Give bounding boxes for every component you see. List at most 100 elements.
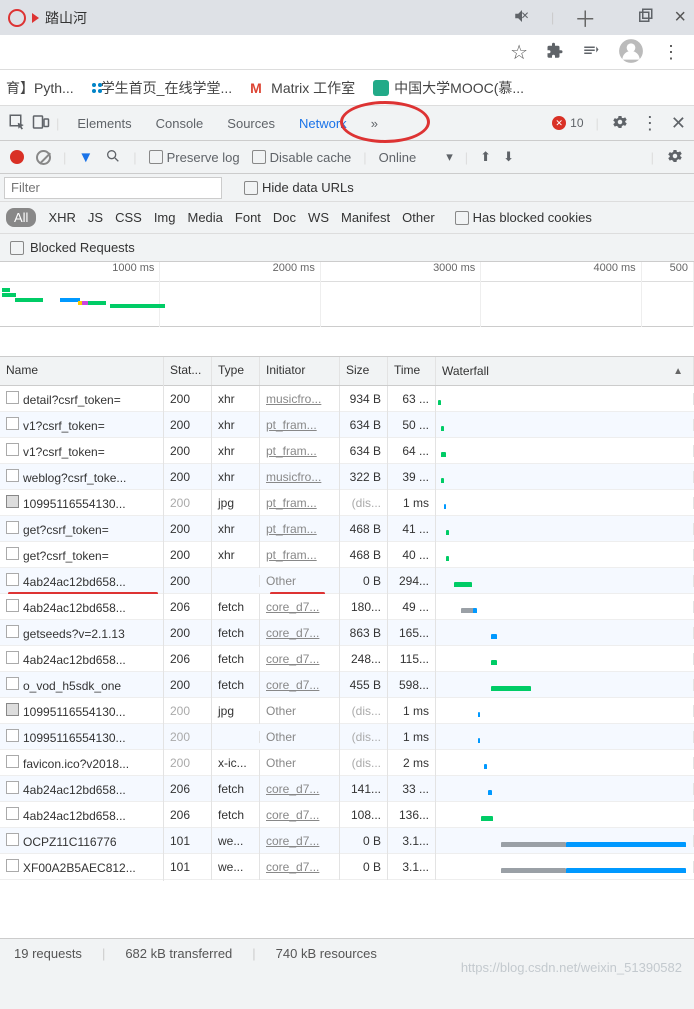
file-icon: [6, 469, 19, 482]
download-har-icon[interactable]: ⬇: [503, 149, 514, 165]
col-size[interactable]: Size: [340, 357, 388, 385]
table-row[interactable]: 4ab24ac12bd658... 206 fetch core_d7... 1…: [0, 802, 694, 828]
table-header: Name Stat... Type Initiator Size Time Wa…: [0, 357, 694, 386]
extensions-icon[interactable]: [546, 42, 564, 63]
search-icon[interactable]: [105, 148, 121, 167]
table-row[interactable]: 4ab24ac12bd658... 206 fetch core_d7... 1…: [0, 594, 694, 620]
bookmark-item[interactable]: 育】Pyth...: [6, 78, 74, 98]
type-filter-doc[interactable]: Doc: [273, 210, 296, 225]
table-row[interactable]: OCPZ11C116776 101 we... core_d7... 0 B 3…: [0, 828, 694, 854]
bookmark-item[interactable]: 中国大学MOOC(慕...: [373, 78, 524, 98]
reading-list-icon[interactable]: [582, 42, 600, 63]
checkbox-label: Hide data URLs: [262, 180, 354, 195]
file-icon: [6, 391, 19, 404]
type-filter-js[interactable]: JS: [88, 210, 103, 225]
table-row[interactable]: 4ab24ac12bd658... 200 Other 0 B 294...: [0, 568, 694, 594]
type-filter-other[interactable]: Other: [402, 210, 435, 225]
type-filter-img[interactable]: Img: [154, 210, 176, 225]
tab-network[interactable]: Network: [287, 108, 359, 139]
upload-har-icon[interactable]: ⬆: [480, 149, 491, 165]
chevron-down-icon: ▾: [446, 149, 453, 165]
timeline-overview[interactable]: 1000 ms 2000 ms 3000 ms 4000 ms 500: [0, 262, 694, 327]
settings-icon[interactable]: [611, 113, 629, 134]
bookmark-item[interactable]: 学生首页_在线学堂...: [92, 78, 232, 98]
col-waterfall[interactable]: Waterfall▲: [436, 357, 694, 385]
bookmark-item[interactable]: MMatrix 工作室: [250, 78, 355, 98]
table-row[interactable]: 10995116554130... 200 jpg pt_fram... (di…: [0, 490, 694, 516]
table-row[interactable]: get?csrf_token= 200 xhr pt_fram... 468 B…: [0, 542, 694, 568]
table-row[interactable]: 10995116554130... 200 jpg Other (dis... …: [0, 698, 694, 724]
file-icon: [6, 859, 19, 872]
sort-asc-icon: ▲: [673, 366, 683, 377]
filter-input[interactable]: [4, 177, 222, 199]
type-filter-all[interactable]: All: [6, 208, 36, 227]
bookmark-label: 育】Pyth...: [6, 78, 74, 98]
table-row[interactable]: get?csrf_token= 200 xhr pt_fram... 468 B…: [0, 516, 694, 542]
tab-elements[interactable]: Elements: [65, 108, 143, 139]
account-icon[interactable]: [618, 38, 644, 67]
type-filter-xhr[interactable]: XHR: [48, 210, 75, 225]
type-filter-ws[interactable]: WS: [308, 210, 329, 225]
browser-toolbar: ☆ ⋮: [0, 35, 694, 70]
bookmark-label: Matrix 工作室: [271, 78, 355, 98]
has-blocked-checkbox[interactable]: Has blocked cookies: [455, 210, 592, 225]
timeline-bars: [0, 282, 694, 322]
file-icon: [6, 677, 19, 690]
col-initiator[interactable]: Initiator: [260, 357, 340, 385]
inspect-icon[interactable]: [8, 113, 26, 134]
preserve-log-checkbox[interactable]: Preserve log: [149, 150, 240, 165]
tab-title: 踏山河: [45, 8, 87, 28]
throttle-select[interactable]: Online▾: [379, 149, 453, 165]
table-row[interactable]: 10995116554130... 200 Other (dis... 1 ms: [0, 724, 694, 750]
table-row[interactable]: favicon.ico?v2018... 200 x-ic... Other (…: [0, 750, 694, 776]
kebab-icon[interactable]: ⋮: [641, 113, 659, 134]
checkbox-label: Blocked Requests: [30, 240, 135, 255]
table-row[interactable]: weblog?csrf_toke... 200 xhr musicfro... …: [0, 464, 694, 490]
star-icon[interactable]: ☆: [510, 40, 528, 65]
col-status[interactable]: Stat...: [164, 357, 212, 385]
blocked-requests-checkbox[interactable]: Blocked Requests: [0, 234, 694, 262]
table-row[interactable]: o_vod_h5sdk_one 200 fetch core_d7... 455…: [0, 672, 694, 698]
type-filter-font[interactable]: Font: [235, 210, 261, 225]
newtab-button[interactable]: ＋: [574, 2, 596, 34]
type-filter-css[interactable]: CSS: [115, 210, 142, 225]
col-time[interactable]: Time: [388, 357, 436, 385]
bookmark-label: 中国大学MOOC(慕...: [394, 78, 524, 98]
filter-icon[interactable]: ▼: [78, 149, 93, 166]
table-row[interactable]: 4ab24ac12bd658... 206 fetch core_d7... 2…: [0, 646, 694, 672]
error-count[interactable]: ✕ 10: [552, 116, 583, 130]
network-settings-icon[interactable]: [666, 147, 684, 168]
record-button[interactable]: [10, 150, 24, 164]
type-filter-media[interactable]: Media: [187, 210, 222, 225]
type-filter-row: All XHR JS CSS Img Media Font Doc WS Man…: [0, 202, 694, 234]
tab-console[interactable]: Console: [144, 108, 216, 139]
file-icon: [6, 625, 19, 638]
table-row[interactable]: detail?csrf_token= 200 xhr musicfro... 9…: [0, 386, 694, 412]
close-devtools-icon[interactable]: ✕: [671, 113, 686, 134]
col-type[interactable]: Type: [212, 357, 260, 385]
col-name[interactable]: Name: [0, 357, 164, 385]
type-filter-manifest[interactable]: Manifest: [341, 210, 390, 225]
table-row[interactable]: v1?csrf_token= 200 xhr pt_fram... 634 B …: [0, 412, 694, 438]
table-row[interactable]: v1?csrf_token= 200 xhr pt_fram... 634 B …: [0, 438, 694, 464]
disable-cache-checkbox[interactable]: Disable cache: [252, 150, 352, 165]
window-close-icon[interactable]: ×: [674, 6, 686, 29]
table-row[interactable]: 4ab24ac12bd658... 206 fetch core_d7... 1…: [0, 776, 694, 802]
checkbox-label: Preserve log: [167, 150, 240, 165]
tab-more[interactable]: »: [359, 108, 390, 139]
timeline-tick: 3000 ms: [321, 262, 481, 281]
file-icon: [6, 651, 19, 664]
clear-button[interactable]: [36, 150, 51, 165]
mute-icon[interactable]: [513, 7, 531, 28]
tab-favicon: [8, 9, 26, 27]
active-tab[interactable]: 踏山河: [8, 8, 87, 28]
separator: |: [551, 10, 554, 25]
table-row[interactable]: getseeds?v=2.1.13 200 fetch core_d7... 8…: [0, 620, 694, 646]
table-row[interactable]: XF00A2B5AEC812... 101 we... core_d7... 0…: [0, 854, 694, 880]
window-restore-icon[interactable]: [636, 7, 654, 28]
hide-data-urls-checkbox[interactable]: Hide data URLs: [244, 180, 354, 195]
menu-icon[interactable]: ⋮: [662, 42, 680, 63]
device-toggle-icon[interactable]: [32, 113, 50, 134]
tab-sources[interactable]: Sources: [215, 108, 287, 139]
file-icon: [6, 781, 19, 794]
